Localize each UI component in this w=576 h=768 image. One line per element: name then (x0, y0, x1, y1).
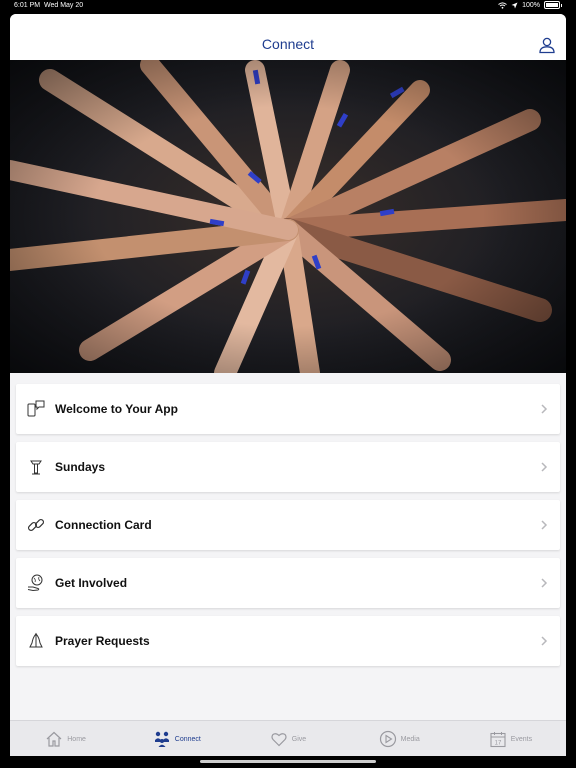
tab-label: Home (67, 735, 86, 743)
menu-item-welcome[interactable]: Welcome to Your App (16, 384, 560, 434)
chevron-right-icon (541, 578, 548, 588)
heart-icon (271, 733, 287, 747)
battery-nub (561, 3, 562, 7)
profile-icon[interactable] (538, 36, 556, 54)
chevron-right-icon (541, 520, 548, 530)
menu-item-get-involved[interactable]: Get Involved (16, 558, 560, 608)
calendar-icon: 17 (490, 732, 506, 748)
tab-home[interactable]: Home (10, 721, 121, 756)
devices-chat-icon (26, 399, 46, 419)
battery-percent: 100% (522, 1, 540, 9)
menu-item-prayer-requests[interactable]: Prayer Requests (16, 616, 560, 666)
play-icon (379, 730, 396, 748)
home-indicator[interactable] (200, 760, 376, 763)
status-bar: 6:01 PM Wed May 20 100% (0, 0, 576, 13)
hands-in-circle-photo (10, 60, 566, 373)
menu-item-label: Sundays (55, 460, 106, 474)
tab-events[interactable]: 17 Events (455, 721, 566, 756)
tab-label: Give (291, 735, 307, 743)
globe-hand-icon (26, 573, 46, 593)
chevron-right-icon (541, 462, 548, 472)
status-date: Wed May 20 (44, 2, 84, 9)
tab-label: Events (510, 735, 533, 743)
menu-list: Welcome to Your App Sundays Connection C… (16, 384, 560, 674)
location-icon (511, 2, 518, 8)
menu-item-label: Get Involved (55, 576, 128, 590)
tab-label: Media (400, 735, 420, 743)
chevron-right-icon (541, 636, 548, 646)
navigation-bar: Connect (10, 14, 566, 60)
menu-item-label: Prayer Requests (55, 634, 150, 648)
menu-item-label: Connection Card (55, 518, 152, 532)
link-icon (26, 515, 46, 535)
page-title: Connect (261, 36, 315, 52)
tab-label: Connect (174, 735, 201, 743)
menu-item-label: Welcome to Your App (55, 402, 178, 416)
tab-media[interactable]: Media (344, 721, 455, 756)
tab-connect[interactable]: Connect (121, 721, 232, 756)
status-right: 100% (498, 1, 562, 9)
svg-text:17: 17 (494, 741, 501, 747)
praying-hands-icon (26, 631, 46, 651)
hero-image (10, 60, 566, 373)
tab-bar: Home Connect Give Media 17 Events (10, 720, 566, 756)
app-window: Connect Welcome to Your App Sundays Conn… (10, 14, 566, 756)
chevron-right-icon (541, 404, 548, 414)
menu-item-sundays[interactable]: Sundays (16, 442, 560, 492)
tab-give[interactable]: Give (232, 721, 343, 756)
wifi-icon (498, 1, 507, 9)
podium-icon (26, 457, 46, 477)
people-icon (154, 731, 169, 747)
status-time: 6:01 PM (14, 2, 41, 9)
house-icon (46, 731, 62, 747)
battery-icon (544, 1, 560, 9)
menu-item-connection-card[interactable]: Connection Card (16, 500, 560, 550)
